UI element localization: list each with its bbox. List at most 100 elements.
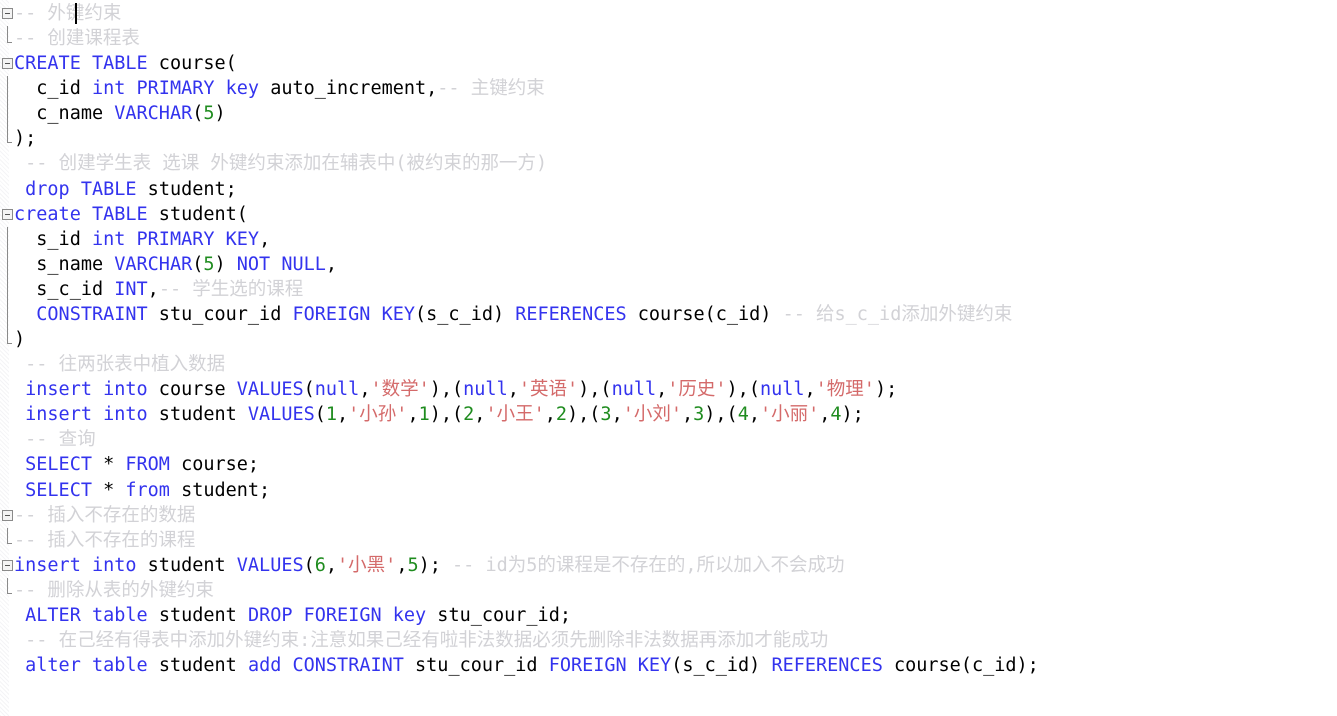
code-token-cmt: 给s_c_id添加外键约束 [816, 303, 1013, 325]
code-token-kw: KEY [381, 303, 415, 325]
code-line: -- 插入不存在的数据 [14, 503, 195, 528]
code-token-kw: SELECT [25, 454, 92, 476]
code-token-cmt: 创建课程表 [47, 28, 140, 50]
code-token-plain: ) [214, 103, 226, 125]
code-token-kw: NOT [236, 253, 271, 275]
code-token-kw: null [611, 379, 657, 401]
fold-collapse-icon[interactable] [2, 509, 13, 521]
code-token-cmt: 在己经有得表中添加外键约束:注意如果己经有啦非法数据必须先删除非法数据再添加才能… [58, 630, 829, 651]
code-token-cmt: 学生选的课程 [192, 278, 304, 300]
code-token-str: '小王' [485, 404, 545, 426]
code-token-plain: , [337, 404, 349, 426]
code-token-num: 5 [407, 554, 419, 576]
code-token-plain: , [507, 379, 519, 401]
code-token-num: 3 [693, 404, 705, 426]
code-token-plain: (s_c_id) [671, 655, 772, 677]
code-line: drop TABLE student; [14, 177, 237, 202]
code-token-str: '数学' [370, 379, 430, 401]
code-text-area[interactable]: -- 外键约束 -- 创建课程表 CREATE TABLE course( c_id… [0, 0, 1337, 716]
code-token-plain: student; [136, 178, 237, 200]
code-token-plain: , [748, 404, 760, 426]
code-token-plain: , [474, 404, 486, 426]
code-token-str: '英语' [518, 379, 579, 401]
fold-region-end-cap [7, 543, 12, 545]
code-token-cmt: -- [14, 153, 59, 175]
code-token-cmt: id为5的课程是不存在的,所以加入不会成功 [485, 554, 845, 576]
code-token-plain: ),( [578, 379, 612, 401]
code-line: c_id int PRIMARY key auto_increment,-- 主… [14, 76, 544, 101]
code-token-str: '历史' [667, 379, 727, 401]
code-token-kw: FROM [125, 454, 170, 476]
code-token-str: '小刘' [622, 404, 682, 426]
code-token-cmt: -- [14, 529, 48, 551]
code-token-num: 1 [325, 404, 338, 426]
code-token-plain: course(c_id) [626, 303, 783, 325]
code-line: -- 删除从表的外键约束 [14, 578, 214, 603]
code-token-kw: null [314, 379, 360, 401]
code-line: s_c_id INT,-- 学生选的课程 [14, 277, 303, 302]
code-token-plain: ),( [567, 404, 601, 426]
code-token-plain: stu_cour_id [147, 303, 293, 325]
code-token-kw: VARCHAR [114, 253, 193, 275]
code-token-kw: add [247, 655, 282, 677]
code-line: create TABLE student( [14, 202, 248, 227]
code-token-cmt: 查询 [58, 429, 96, 451]
code-token-num: 5 [203, 103, 215, 125]
code-token-plain: ( [192, 253, 204, 275]
code-token-plain: ( [192, 103, 204, 125]
code-token-kw: into [91, 554, 137, 576]
code-token-cmt: 创建学生表 选课 外键约束添加在辅表中(被约束的那一方) [58, 153, 548, 175]
fold-region-end-cap [7, 342, 12, 344]
code-token-kw: SELECT [25, 479, 92, 501]
code-line: s_id int PRIMARY KEY, [14, 227, 270, 252]
code-token-kw: VALUES [236, 554, 304, 576]
code-line: CONSTRAINT stu_cour_id FOREIGN KEY(s_c_i… [14, 302, 1012, 327]
code-token-kw: INT [114, 278, 148, 300]
fold-collapse-icon[interactable] [2, 559, 13, 571]
code-folding-gutter[interactable] [0, 0, 18, 716]
code-token-plain: student [136, 554, 237, 576]
code-token-kw: into [103, 379, 148, 401]
code-line: CREATE TABLE course( [14, 51, 237, 76]
code-token-kw: key [392, 604, 427, 626]
code-token-kw: CONSTRAINT [292, 655, 404, 677]
code-token-plain: student [147, 404, 248, 426]
fold-collapse-icon[interactable] [2, 8, 13, 19]
fold-collapse-icon[interactable] [2, 208, 13, 220]
code-token-kw: TABLE [80, 178, 137, 200]
code-token-plain: , [359, 379, 371, 401]
code-token-plain: , [681, 404, 694, 426]
fold-region-line [7, 251, 8, 277]
fold-region-line [7, 26, 8, 42]
code-token-num: 4 [737, 404, 749, 426]
code-token-plain: c_id [14, 78, 92, 100]
fold-region-line [7, 226, 8, 252]
code-token-plain: course; [169, 454, 260, 476]
code-token-plain: course(c_id); [882, 655, 1039, 677]
code-token-num: 1 [418, 404, 430, 426]
code-token-kw: alter [25, 655, 81, 677]
code-token-plain: * [91, 479, 126, 501]
code-token-cmt: -- [14, 354, 59, 376]
code-token-kw: table [91, 655, 148, 677]
code-line: alter table student add CONSTRAINT stu_c… [14, 653, 1039, 678]
code-token-plain: c_name [14, 103, 115, 125]
fold-region-line [7, 577, 8, 594]
code-token-plain: student( [147, 203, 248, 225]
sql-code-editor[interactable]: -- 外键约束 -- 创建课程表 CREATE TABLE course( c_id… [0, 0, 1337, 716]
code-token-kw: PRIMARY [136, 78, 215, 100]
code-line: insert into student VALUES(6,'小黑',5); --… [14, 553, 845, 578]
fold-collapse-icon[interactable] [2, 58, 13, 70]
code-token-num: 2 [555, 404, 567, 426]
code-token-kw: int [91, 78, 126, 100]
